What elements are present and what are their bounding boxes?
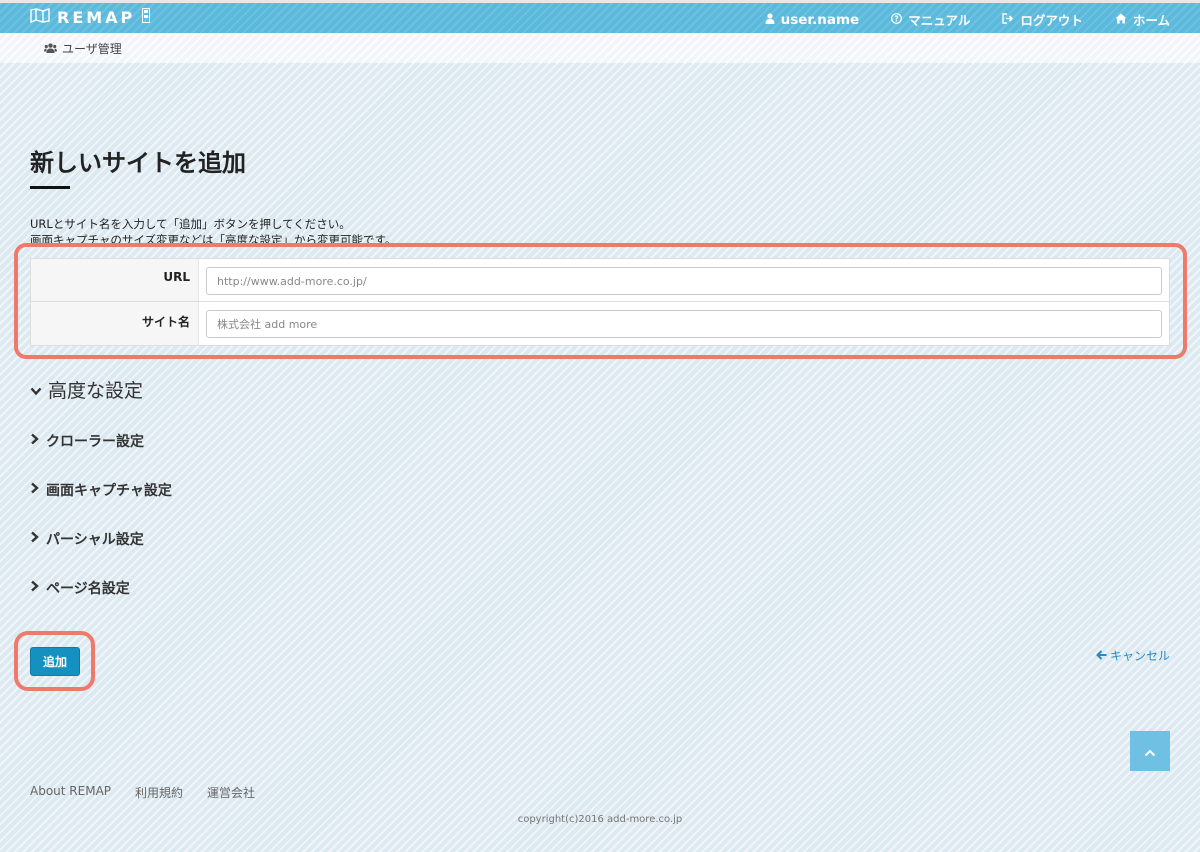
chevron-right-icon bbox=[30, 531, 39, 547]
nav-home[interactable]: ホーム bbox=[1115, 10, 1170, 29]
footer-link-terms[interactable]: 利用規約 bbox=[135, 784, 183, 801]
description-line-1: URLとサイト名を入力して「追加」ボタンを押してください。 bbox=[30, 217, 351, 231]
partial-settings-label: パーシャル設定 bbox=[46, 532, 144, 548]
logo-text: REMAP bbox=[57, 8, 136, 27]
crawler-settings-label: クローラー設定 bbox=[46, 434, 144, 450]
page-name-settings-toggle[interactable]: ページ名設定 bbox=[30, 578, 130, 598]
footer-link-company[interactable]: 運営会社 bbox=[207, 784, 255, 801]
user-admin-label: ユーザ管理 bbox=[62, 42, 122, 56]
user-admin-link[interactable]: ユーザ管理 bbox=[44, 40, 122, 57]
arrow-left-icon bbox=[1096, 649, 1107, 663]
nav-logout[interactable]: ログアウト bbox=[1002, 10, 1083, 29]
sign-out-icon bbox=[1002, 12, 1014, 27]
copyright: copyright(c)2016 add-more.co.jp bbox=[517, 814, 683, 825]
question-circle-icon: ? bbox=[891, 12, 903, 27]
title-underline bbox=[30, 186, 70, 189]
advanced-settings-label: 高度な設定 bbox=[48, 380, 144, 402]
svg-text:?: ? bbox=[895, 14, 899, 23]
nav-user-label: user.name bbox=[780, 11, 860, 28]
map-icon bbox=[30, 8, 50, 27]
users-icon bbox=[44, 42, 57, 56]
chevron-down-icon bbox=[30, 379, 42, 401]
sub-navbar: ユーザ管理 bbox=[0, 33, 1200, 63]
crawler-settings-toggle[interactable]: クローラー設定 bbox=[30, 431, 144, 451]
user-icon bbox=[765, 12, 775, 28]
nav-home-label: ホーム bbox=[1132, 13, 1170, 28]
chevron-right-icon bbox=[30, 580, 39, 596]
partial-settings-toggle[interactable]: パーシャル設定 bbox=[30, 529, 144, 549]
nav-manual-label: マニュアル bbox=[908, 13, 971, 28]
footer-link-about[interactable]: About REMAP bbox=[30, 784, 111, 801]
form-highlight-annotation bbox=[14, 243, 1187, 359]
top-navbar: REMAP user.name ? マニュアル ログアウト ホーム bbox=[0, 0, 1200, 33]
cancel-link[interactable]: キャンセル bbox=[1096, 647, 1170, 664]
capture-settings-label: 画面キャプチャ設定 bbox=[46, 483, 172, 499]
cancel-label: キャンセル bbox=[1109, 649, 1170, 663]
home-icon bbox=[1115, 12, 1127, 27]
chevron-right-icon bbox=[30, 433, 39, 449]
top-nav: user.name ? マニュアル ログアウト ホーム bbox=[765, 10, 1170, 29]
button-highlight-annotation bbox=[14, 631, 95, 691]
nav-user[interactable]: user.name bbox=[765, 10, 860, 29]
nav-logout-label: ログアウト bbox=[1020, 13, 1083, 28]
logo[interactable]: REMAP bbox=[30, 8, 151, 27]
footer-links: About REMAP 利用規約 運営会社 bbox=[30, 784, 255, 801]
nav-manual[interactable]: ? マニュアル bbox=[891, 10, 970, 29]
logo-mark-icon bbox=[142, 8, 151, 27]
advanced-settings-toggle[interactable]: 高度な設定 bbox=[30, 376, 143, 403]
chevron-up-icon bbox=[1144, 742, 1156, 761]
page-name-settings-label: ページ名設定 bbox=[46, 581, 130, 597]
page-title: 新しいサイトを追加 bbox=[30, 149, 246, 177]
scroll-to-top-button[interactable] bbox=[1130, 731, 1170, 771]
capture-settings-toggle[interactable]: 画面キャプチャ設定 bbox=[30, 480, 172, 500]
chevron-right-icon bbox=[30, 482, 39, 498]
